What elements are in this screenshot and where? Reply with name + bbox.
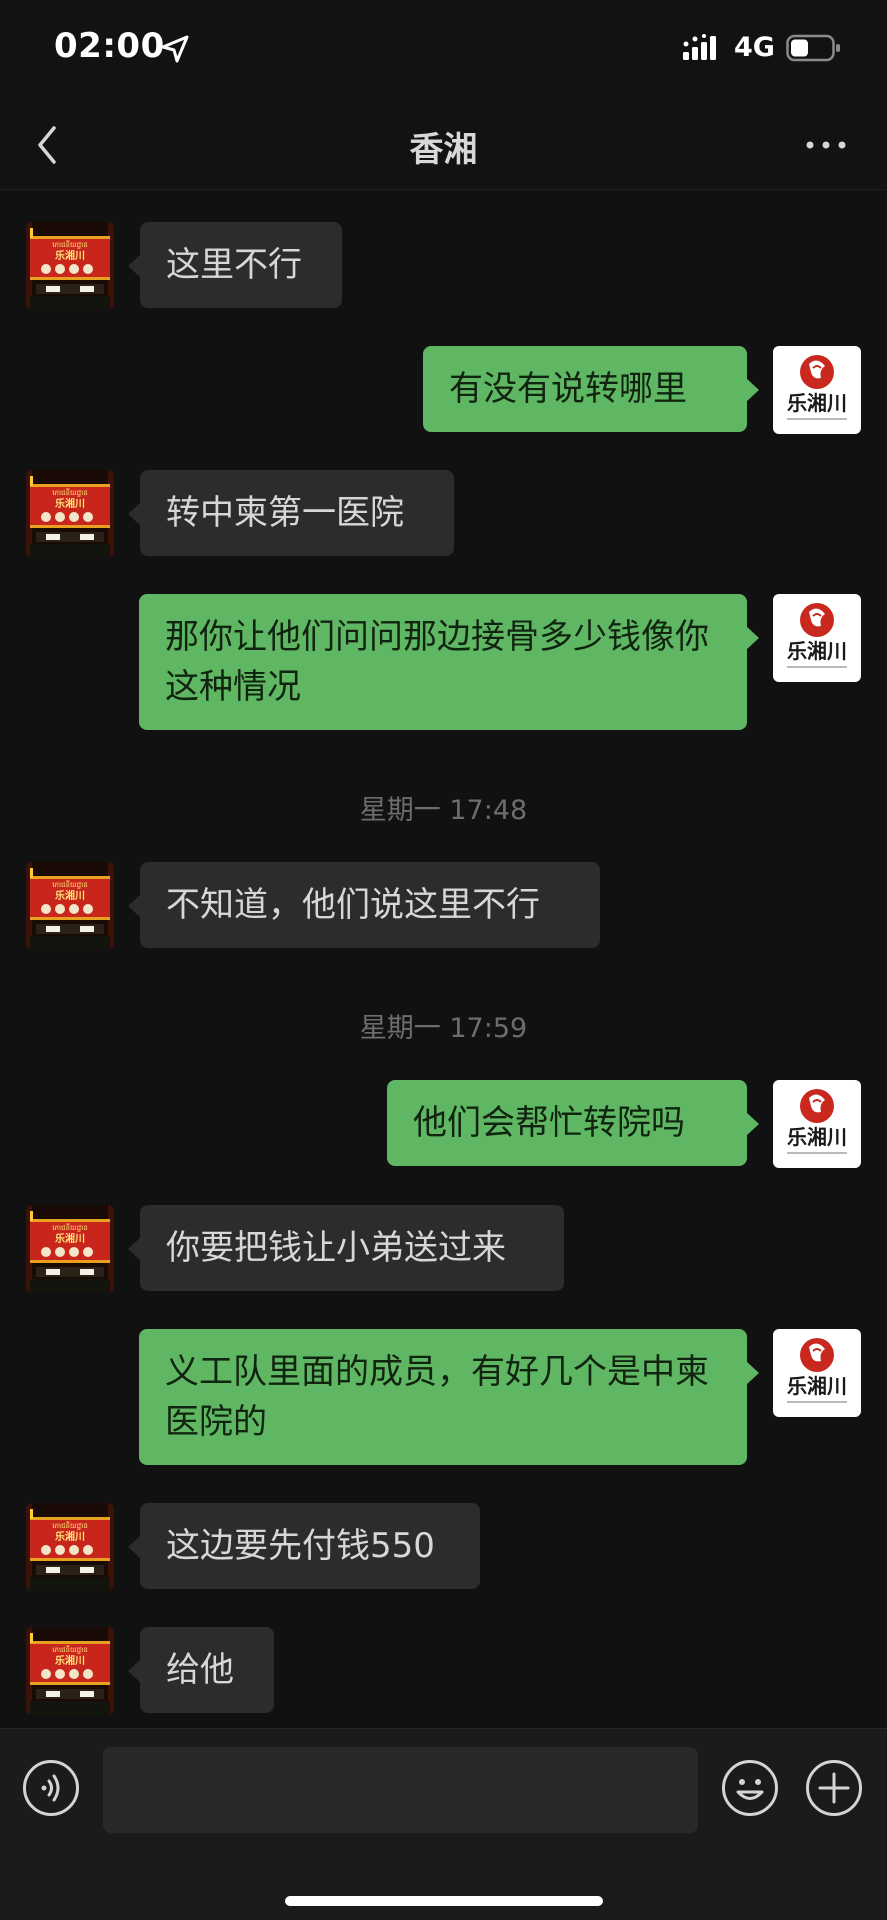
contact-avatar[interactable]: ភោជនីយដ្ឋាន 乐湘川 — [26, 1627, 114, 1715]
avatar-name-text: 乐湘川 — [55, 497, 85, 510]
battery-icon — [786, 34, 840, 62]
timestamp: 星期一 17:59 — [359, 1013, 528, 1044]
avatar-khmer-text: ភោជនីយដ្ឋាន — [52, 1645, 88, 1654]
outgoing-message[interactable]: 义工队里面的成员，有好几个是中柬医院的 — [139, 1329, 759, 1465]
home-indicator — [285, 1896, 603, 1906]
plus-icon[interactable] — [805, 1759, 863, 1817]
incoming-message[interactable]: 转中柬第一医院 — [128, 470, 454, 556]
avatar-name-text: 乐湘川 — [55, 249, 85, 262]
contact-avatar[interactable]: ភោជនីយដ្ឋាន 乐湘川 — [26, 1205, 114, 1293]
my-avatar[interactable]: 乐湘川 — [773, 1329, 861, 1417]
avatar-name-text: 乐湘川 — [55, 1654, 85, 1667]
signal-icon — [683, 34, 716, 60]
location-arrow-icon — [161, 35, 189, 63]
contact-avatar[interactable]: ភោជនីយដ្ឋាន 乐湘川 — [26, 222, 114, 310]
incoming-message[interactable]: 这里不行 — [128, 222, 342, 308]
my-avatar-text: 乐湘川 — [787, 391, 847, 415]
status-bar: 02:00 4G — [0, 0, 887, 100]
status-time: 02:00 — [54, 26, 165, 66]
network-label: 4G — [734, 32, 775, 63]
my-avatar[interactable]: 乐湘川 — [773, 1080, 861, 1168]
avatar-khmer-text: ភោជនីយដ្ឋាន — [52, 240, 88, 249]
my-avatar-text: 乐湘川 — [787, 1125, 847, 1149]
input-bar — [0, 1728, 887, 1920]
outgoing-message[interactable]: 他们会帮忙转院吗 — [387, 1080, 759, 1166]
voice-icon[interactable] — [22, 1759, 80, 1817]
my-avatar[interactable]: 乐湘川 — [773, 594, 861, 682]
avatar-name-text: 乐湘川 — [55, 1530, 85, 1543]
avatar-khmer-text: ភោជនីយដ្ឋាន — [52, 488, 88, 497]
my-avatar[interactable]: 乐湘川 — [773, 346, 861, 434]
contact-avatar[interactable]: ភោជនីយដ្ឋាន 乐湘川 — [26, 862, 114, 950]
more-dots-icon[interactable] — [802, 130, 850, 160]
my-avatar-text: 乐湘川 — [787, 1374, 847, 1398]
outgoing-message[interactable]: 有没有说转哪里 — [423, 346, 759, 432]
contact-avatar[interactable]: ភោជនីយដ្ឋាន 乐湘川 — [26, 1503, 114, 1591]
incoming-message[interactable]: 不知道，他们说这里不行 — [128, 862, 600, 948]
emoji-icon[interactable] — [721, 1759, 779, 1817]
message-input[interactable] — [103, 1747, 698, 1833]
contact-avatar[interactable]: ភោជនីយដ្ឋាន 乐湘川 — [26, 470, 114, 558]
chat-title: 香湘 — [409, 130, 478, 170]
avatar-name-text: 乐湘川 — [55, 1232, 85, 1245]
avatar-name-text: 乐湘川 — [55, 889, 85, 902]
incoming-message[interactable]: 这边要先付钱550 — [128, 1503, 480, 1589]
timestamp: 星期一 17:48 — [359, 795, 528, 826]
chat-header: 香湘 — [0, 100, 887, 190]
avatar-khmer-text: ភោជនីយដ្ឋាន — [52, 880, 88, 889]
avatar-khmer-text: ភោជនីយដ្ឋាន — [52, 1223, 88, 1232]
outgoing-message[interactable]: 那你让他们问问那边接骨多少钱像你这种情况 — [139, 594, 759, 730]
avatar-khmer-text: ភោជនីយដ្ឋាន — [52, 1521, 88, 1530]
my-avatar-text: 乐湘川 — [787, 639, 847, 663]
incoming-message[interactable]: 给他 — [128, 1627, 274, 1713]
incoming-message[interactable]: 你要把钱让小弟送过来 — [128, 1205, 564, 1291]
